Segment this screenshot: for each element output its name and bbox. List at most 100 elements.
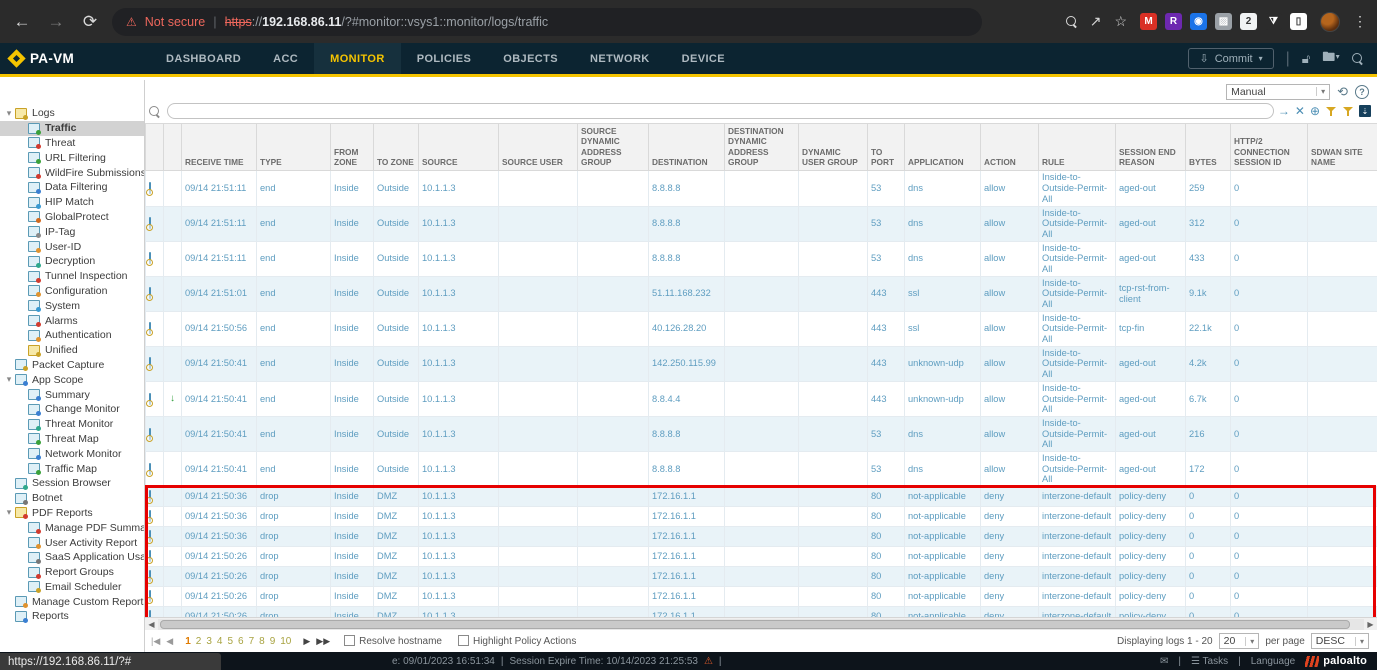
messages-envelope-icon[interactable]: ✉ (1160, 656, 1168, 667)
cell-receive-time[interactable]: 09/14 21:51:11 (182, 171, 257, 206)
cell-type[interactable]: end (257, 381, 331, 416)
log-detail-icon[interactable] (149, 357, 151, 369)
refresh-mode-select[interactable]: Manual▾ (1226, 84, 1330, 100)
cell-bytes[interactable]: 0 (1186, 507, 1231, 527)
cell-destination[interactable]: 172.16.1.1 (649, 607, 725, 618)
cell-action[interactable]: allow (981, 206, 1039, 241)
cell-application[interactable]: dns (905, 451, 981, 486)
cell-to-zone[interactable]: DMZ (374, 607, 419, 618)
sidebar-item-wildfire-submissions[interactable]: WildFire Submissions (0, 165, 144, 180)
cell-destination[interactable]: 172.16.1.1 (649, 547, 725, 567)
last-page-icon[interactable]: ▶▶ (316, 636, 330, 647)
resolve-hostname-option[interactable]: Resolve hostname (344, 635, 442, 647)
cell-receive-time[interactable]: 09/14 21:50:36 (182, 507, 257, 527)
log-row[interactable]: 09/14 21:51:11endInsideOutside10.1.1.38.… (146, 171, 1377, 206)
column-header-dynamic-user-group[interactable]: Dynamic User Group (799, 124, 868, 171)
cell-session-end-reason[interactable]: policy-deny (1116, 507, 1186, 527)
global-search-icon[interactable] (1352, 53, 1363, 64)
cell-rule[interactable]: interzone-default (1039, 547, 1116, 567)
cell-bytes[interactable]: 0 (1186, 607, 1231, 618)
scrollbar-track[interactable] (158, 619, 1364, 630)
puzzle-extensions-icon[interactable]: ⧩ (1265, 13, 1282, 30)
commit-button[interactable]: ⇩Commit▾ (1188, 48, 1273, 69)
cell-source[interactable]: 10.1.1.3 (419, 416, 499, 451)
cell-action[interactable]: deny (981, 607, 1039, 618)
page-number-7[interactable]: 7 (249, 636, 255, 647)
page-number-8[interactable]: 8 (259, 636, 265, 647)
cell-application[interactable]: dns (905, 171, 981, 206)
column-header-rule[interactable]: Rule (1039, 124, 1116, 171)
cell-to-zone[interactable]: DMZ (374, 507, 419, 527)
resolve-hostname-checkbox[interactable] (344, 635, 355, 646)
cell-to-zone[interactable]: Outside (374, 241, 419, 276)
cell-receive-time[interactable]: 09/14 21:50:41 (182, 381, 257, 416)
cell-session-end-reason[interactable]: policy-deny (1116, 527, 1186, 547)
cell-to-zone[interactable]: Outside (374, 276, 419, 311)
column-header-application[interactable]: Application (905, 124, 981, 171)
cell-from-zone[interactable]: Inside (331, 451, 374, 486)
browser-menu-icon[interactable]: ⋮ (1353, 13, 1367, 30)
cell-to-zone[interactable]: Outside (374, 346, 419, 381)
log-detail-icon[interactable] (149, 428, 151, 440)
cell-source[interactable]: 10.1.1.3 (419, 206, 499, 241)
cell-source[interactable]: 10.1.1.3 (419, 171, 499, 206)
cell-from-zone[interactable]: Inside (331, 587, 374, 607)
cell-rule[interactable]: Inside-to-Outside-Permit-All (1039, 276, 1116, 311)
cell-destination[interactable]: 8.8.8.8 (649, 241, 725, 276)
sidebar-item-alarms[interactable]: Alarms (0, 313, 144, 328)
page-number-3[interactable]: 3 (206, 636, 212, 647)
cell-to-port[interactable]: 80 (868, 587, 905, 607)
help-icon[interactable]: ? (1355, 85, 1369, 99)
horizontal-scrollbar[interactable]: ◀ ▶ (145, 617, 1377, 630)
log-detail-icon[interactable] (149, 393, 151, 405)
cell-from-zone[interactable]: Inside (331, 311, 374, 346)
cell-from-zone[interactable]: Inside (331, 346, 374, 381)
sidebar-item-network-monitor[interactable]: Network Monitor (0, 446, 144, 461)
tab-network[interactable]: NETWORK (574, 43, 666, 74)
cell-application[interactable]: not-applicable (905, 567, 981, 587)
column-header-flag[interactable] (164, 124, 182, 171)
column-header-receive-time[interactable]: Receive Time (182, 124, 257, 171)
cell-type[interactable]: end (257, 451, 331, 486)
sidebar-item-session-browser[interactable]: Session Browser (0, 476, 144, 491)
sidebar-item-user-id[interactable]: User-ID (0, 239, 144, 254)
zoom-search-icon[interactable] (1066, 16, 1077, 27)
sidebar-item-saas-application-usage[interactable]: SaaS Application Usage (0, 550, 144, 565)
cell-destination[interactable]: 8.8.8.8 (649, 416, 725, 451)
collapse-chevron-icon[interactable]: ▾ (3, 108, 15, 119)
cell-session-end-reason[interactable]: tcp-fin (1116, 311, 1186, 346)
cell-from-zone[interactable]: Inside (331, 607, 374, 618)
cell-bytes[interactable]: 0 (1186, 487, 1231, 507)
column-header-destination[interactable]: Destination (649, 124, 725, 171)
cell-bytes[interactable]: 0 (1186, 527, 1231, 547)
cell-from-zone[interactable]: Inside (331, 171, 374, 206)
log-row[interactable]: 09/14 21:50:26dropInsideDMZ10.1.1.3172.1… (146, 547, 1377, 567)
cell-from-zone[interactable]: Inside (331, 527, 374, 547)
cell-to-zone[interactable]: DMZ (374, 587, 419, 607)
cell-application[interactable]: dns (905, 416, 981, 451)
tab-objects[interactable]: OBJECTS (487, 43, 574, 74)
log-row[interactable]: 09/14 21:50:26dropInsideDMZ10.1.1.3172.1… (146, 607, 1377, 618)
log-detail-icon[interactable] (149, 590, 151, 602)
cell-http2-connection-session-id[interactable]: 0 (1231, 547, 1308, 567)
column-header-from-zone[interactable]: From Zone (331, 124, 374, 171)
cell-bytes[interactable]: 433 (1186, 241, 1231, 276)
cell-bytes[interactable]: 259 (1186, 171, 1231, 206)
cell-bytes[interactable]: 4.2k (1186, 346, 1231, 381)
log-detail-icon[interactable] (149, 182, 151, 194)
cell-to-port[interactable]: 53 (868, 416, 905, 451)
sidebar-item-unified[interactable]: Unified (0, 343, 144, 358)
save-config-icon[interactable]: 🖿︎▾ (1322, 48, 1340, 70)
cell-from-zone[interactable]: Inside (331, 276, 374, 311)
sidebar-item-app-scope[interactable]: ▾App Scope (0, 372, 144, 387)
cell-application[interactable]: not-applicable (905, 547, 981, 567)
page-number-6[interactable]: 6 (238, 636, 244, 647)
cell-rule[interactable]: Inside-to-Outside-Permit-All (1039, 381, 1116, 416)
cell-type[interactable]: drop (257, 487, 331, 507)
cell-to-port[interactable]: 80 (868, 487, 905, 507)
cell-action[interactable]: allow (981, 416, 1039, 451)
column-header-http2-connection-session-id[interactable]: HTTP/2 Connection Session ID (1231, 124, 1308, 171)
cell-to-zone[interactable]: Outside (374, 311, 419, 346)
sidebar-item-system[interactable]: System (0, 298, 144, 313)
cell-application[interactable]: unknown-udp (905, 346, 981, 381)
